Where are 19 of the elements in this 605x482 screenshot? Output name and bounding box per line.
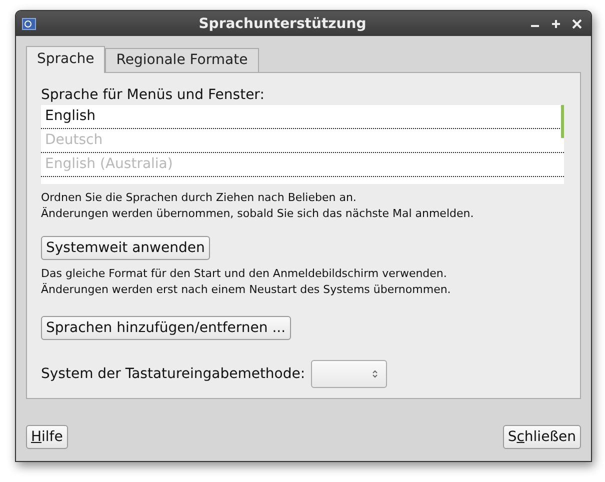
- dialog-button[interactable]: Hilfe: [26, 425, 68, 449]
- maximize-icon[interactable]: [550, 18, 562, 30]
- window-title: Sprachunterstützung: [198, 16, 368, 32]
- hint-text: Das gleiche Format für den Start und den Anmeldebildschirm verwenden.: [41, 266, 448, 282]
- hint-text: Änderungen werden erst nach einem Neustart des Systems übernommen.: [41, 282, 451, 298]
- hint-text: Änderungen werden übernommen, sobald Sie sich das nächste Mal anmelden.: [41, 206, 474, 222]
- scrollbar-thumb[interactable]: [561, 105, 564, 138]
- list-label: Sprache für Menüs und Fenster:: [41, 87, 264, 103]
- app-icon: [22, 18, 36, 30]
- hint-text: Ordnen Sie die Sprachen durch Ziehen nach Belieben an.: [41, 190, 358, 206]
- apply-system-wide-button[interactable]: Systemweit anwenden: [41, 236, 210, 260]
- input-method-label: System der Tastatureingabemethode:: [41, 366, 306, 382]
- close-icon[interactable]: [571, 18, 583, 30]
- spinner-arrows-icon: [372, 370, 378, 378]
- install-languages-button[interactable]: Sprachen hinzufügen/entfernen ...: [41, 316, 291, 340]
- tab[interactable]: Sprache: [26, 46, 106, 73]
- input-method-dropdown[interactable]: [311, 360, 388, 388]
- dialog-button[interactable]: Schließen: [502, 425, 581, 449]
- tab[interactable]: Regionale Formate: [105, 48, 259, 72]
